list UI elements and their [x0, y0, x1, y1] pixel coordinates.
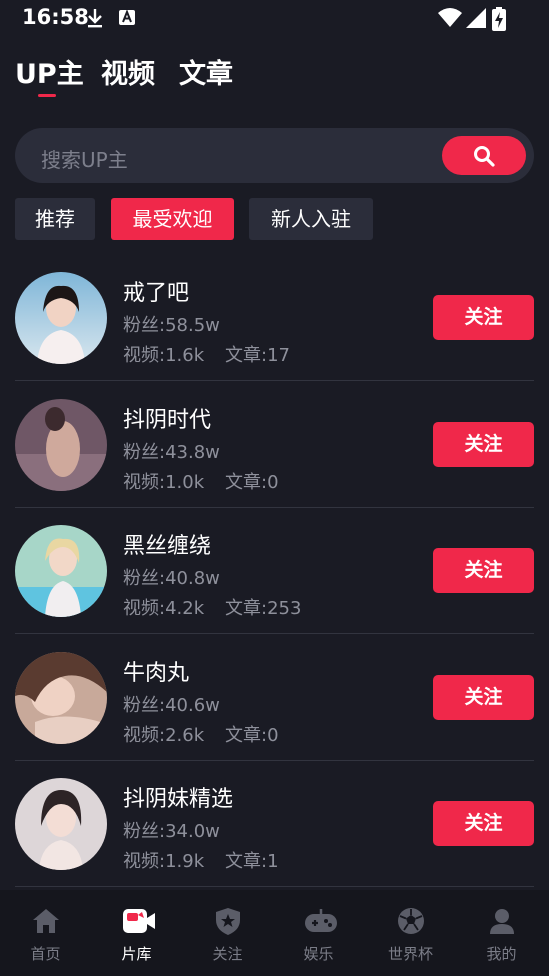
cellular-signal-icon — [466, 8, 486, 28]
nav-world-cup-label: 世界杯 — [387, 945, 433, 963]
creator-name: 抖阴时代 — [123, 408, 212, 433]
download-icon — [88, 9, 102, 28]
status-bar: 16:58 — [0, 0, 549, 36]
nav-profile[interactable]: 我的 — [456, 890, 547, 976]
battery-charging-icon — [492, 7, 506, 31]
follow-button[interactable]: 关注 — [433, 801, 534, 846]
creator-video-count: 视频:2.6k — [123, 725, 205, 746]
home-icon — [33, 909, 59, 933]
follow-button[interactable]: 关注 — [433, 675, 534, 720]
creator-fans: 粉丝:58.5w — [123, 315, 220, 336]
follow-button[interactable]: 关注 — [433, 422, 534, 467]
filter-recommended[interactable]: 推荐 — [15, 198, 95, 240]
creator-video-count: 视频:1.9k — [123, 851, 205, 872]
nav-follow-label: 关注 — [212, 945, 243, 963]
creator-fans: 粉丝:43.8w — [123, 442, 220, 463]
creator-article-count: 文章:1 — [225, 851, 279, 872]
search-input[interactable]: 搜索UP主 — [41, 144, 128, 173]
creator-name: 黑丝缠绕 — [123, 534, 212, 559]
soccer-ball-icon — [398, 908, 424, 934]
nav-follow[interactable]: 关注 — [182, 890, 273, 976]
tab-articles[interactable]: 文章 — [179, 52, 233, 91]
divider — [15, 633, 534, 634]
avatar[interactable] — [15, 272, 107, 364]
filter-most-popular[interactable]: 最受欢迎 — [111, 198, 234, 240]
creator-row[interactable]: 抖阴时代 粉丝:43.8w 视频:1.0k 文章:0 关注 — [15, 382, 534, 508]
creator-row[interactable]: 戒了吧 粉丝:58.5w 视频:1.6k 文章:17 关注 — [15, 255, 534, 381]
nav-world-cup[interactable]: 世界杯 — [365, 890, 456, 976]
creator-name: 戒了吧 — [123, 281, 190, 306]
creator-article-count: 文章:17 — [225, 345, 290, 366]
active-tab-indicator — [38, 94, 56, 97]
video-library-icon — [123, 909, 155, 933]
creator-row[interactable]: 黑丝缠绕 粉丝:40.8w 视频:4.2k 文章:253 关注 — [15, 508, 534, 634]
creator-name: 牛肉丸 — [123, 661, 190, 686]
search-bar[interactable]: 搜索UP主 — [15, 128, 534, 183]
creator-fans: 粉丝:40.8w — [123, 568, 220, 589]
divider — [15, 380, 534, 381]
avatar[interactable] — [15, 778, 107, 870]
creator-article-count: 文章:253 — [225, 598, 302, 619]
creator-row[interactable]: 牛肉丸 粉丝:40.6w 视频:2.6k 文章:0 关注 — [15, 635, 534, 761]
filter-new-creators[interactable]: 新人入驻 — [249, 198, 373, 240]
creator-fans: 粉丝:40.6w — [123, 695, 220, 716]
follow-button[interactable]: 关注 — [433, 295, 534, 340]
search-button[interactable] — [442, 136, 526, 175]
wifi-icon — [438, 8, 462, 27]
creator-video-count: 视频:1.0k — [123, 472, 205, 493]
avatar[interactable] — [15, 525, 107, 617]
gamepad-icon — [305, 909, 337, 932]
nav-home-label: 首页 — [30, 945, 61, 963]
creator-video-count: 视频:4.2k — [123, 598, 205, 619]
keyboard-icon — [119, 9, 135, 25]
creator-article-count: 文章:0 — [225, 472, 279, 493]
profile-icon — [490, 909, 514, 934]
tab-videos[interactable]: 视频 — [101, 52, 155, 91]
status-time: 16:58 — [22, 5, 89, 29]
nav-entertainment[interactable]: 娱乐 — [273, 890, 364, 976]
nav-home[interactable]: 首页 — [0, 890, 91, 976]
follow-button[interactable]: 关注 — [433, 548, 534, 593]
divider — [15, 886, 534, 887]
creator-row[interactable]: 抖阴妹精选 粉丝:34.0w 视频:1.9k 文章:1 关注 — [15, 761, 534, 887]
star-shield-icon — [216, 908, 240, 935]
nav-profile-label: 我的 — [486, 945, 517, 963]
nav-entertainment-label: 娱乐 — [303, 945, 334, 963]
creator-article-count: 文章:0 — [225, 725, 279, 746]
creator-fans: 粉丝:34.0w — [123, 821, 220, 842]
avatar[interactable] — [15, 399, 107, 491]
avatar[interactable] — [15, 652, 107, 744]
nav-library-label: 片库 — [121, 945, 152, 963]
tab-up-owners[interactable]: UP主 — [15, 52, 84, 91]
creator-video-count: 视频:1.6k — [123, 345, 205, 366]
bottom-nav: 首页 片库 关注 娱乐 世界杯 我的 — [0, 890, 549, 976]
search-icon — [474, 146, 495, 167]
creator-name: 抖阴妹精选 — [123, 787, 234, 812]
nav-library[interactable]: 片库 — [91, 890, 182, 976]
